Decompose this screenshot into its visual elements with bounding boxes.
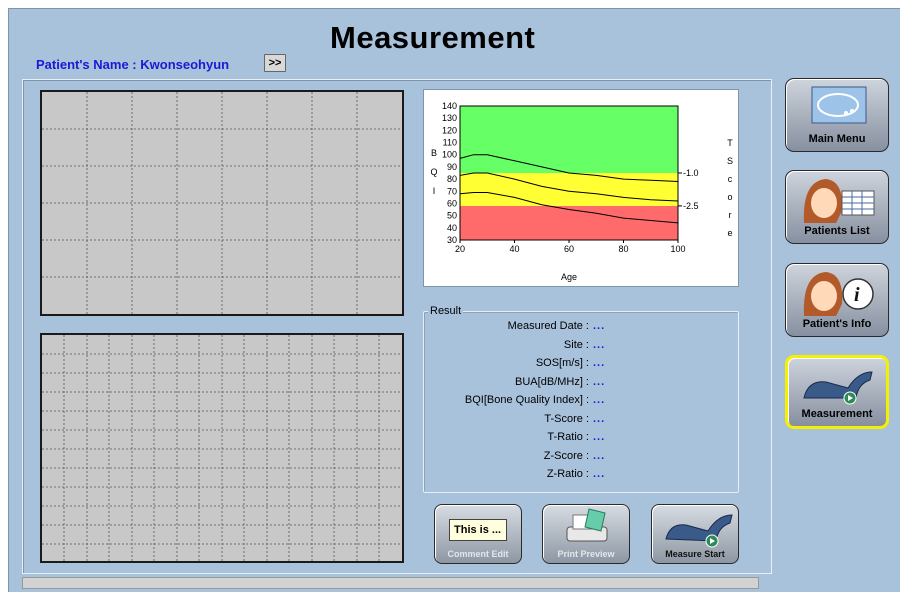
chart-band <box>460 106 678 173</box>
y-axis-label-char: Q <box>430 167 437 177</box>
page-title: Measurement <box>330 20 536 55</box>
comment-edit-label: Comment Edit <box>447 549 509 559</box>
measure-start-label: Measure Start <box>665 549 725 559</box>
comment-preview-field: This is ... <box>449 519 507 541</box>
status-bar <box>22 577 759 589</box>
patients-list-button[interactable]: Patients List <box>785 170 889 244</box>
x-tick-label: 40 <box>509 244 519 254</box>
measurement-icon <box>803 371 873 405</box>
result-row: BUA[dB/MHz] :... <box>423 376 739 392</box>
waveform-grid-top <box>42 92 402 314</box>
result-value: ... <box>593 412 606 425</box>
y-tick-label: 140 <box>442 101 457 111</box>
waveform-graph-top <box>40 90 404 316</box>
main-menu-label: Main Menu <box>808 133 866 145</box>
right-axis-label-char: o <box>727 192 732 202</box>
result-row: SOS[m/s] :... <box>423 357 739 373</box>
y-tick-label: 70 <box>447 186 457 196</box>
bqi-chart: 3040506070809010011012013014020 40 60 80 100… <box>430 101 733 282</box>
bqi-chart-panel: 30 40 50 60 70 80 90 100 110 120 130 140 20 40 60 80 100… <box>423 89 739 287</box>
result-value: ... <box>593 357 606 369</box>
result-row: Site :... <box>423 339 739 355</box>
patients-info-label: Patient's Info <box>802 318 872 330</box>
x-axis-label: Age <box>561 272 577 282</box>
comment-edit-button[interactable]: This is ... Comment Edit <box>434 504 522 564</box>
waveform-grid-bottom <box>42 335 402 561</box>
y-tick-label: 130 <box>442 113 457 123</box>
main-menu-button[interactable]: Main Menu <box>785 78 889 152</box>
result-value: ... <box>593 320 606 332</box>
x-tick-label: 100 <box>670 244 685 254</box>
result-row: T-Score :... <box>423 413 739 429</box>
svg-text:i: i <box>854 284 860 306</box>
result-value: ... <box>593 449 606 462</box>
measure-start-button[interactable]: Measure Start <box>651 504 739 564</box>
y-tick-label: 40 <box>447 223 457 233</box>
result-label: SOS[m/s] : <box>535 357 589 369</box>
threshold-label: -1.0 <box>683 168 699 178</box>
result-row: BQI[Bone Quality Index] :... <box>423 394 739 410</box>
chart-band <box>460 173 678 206</box>
patient-name-value: Kwonseohyun <box>140 57 230 72</box>
result-label: Measured Date : <box>507 320 589 332</box>
y-tick-label: 120 <box>442 125 457 135</box>
result-value: ... <box>593 431 606 443</box>
right-axis-label-char: S <box>727 156 733 166</box>
result-value: ... <box>593 394 606 406</box>
right-axis-label-char: r <box>729 210 732 220</box>
y-tick-label: 50 <box>447 211 457 221</box>
result-label: Z-Ratio : <box>546 468 589 480</box>
right-axis-label-char: e <box>727 228 732 238</box>
ultrasound-device-icon <box>665 514 733 548</box>
result-row: Z-Ratio :... <box>423 468 739 484</box>
x-tick-label: 20 <box>455 244 465 254</box>
y-tick-label: 60 <box>447 198 457 208</box>
result-row: Measured Date :... <box>423 320 739 336</box>
result-label: T-Ratio : <box>547 431 589 443</box>
x-tick-label: 80 <box>618 244 628 254</box>
result-value: ... <box>593 338 606 351</box>
result-row: T-Ratio :... <box>423 431 739 447</box>
result-label: Z-Score : <box>543 449 589 462</box>
y-axis-label-char: B <box>431 148 437 158</box>
result-label: BQI[Bone Quality Index] : <box>464 394 589 406</box>
patients-list-icon <box>803 179 875 223</box>
patients-info-button[interactable]: i Patient's Info <box>785 263 889 337</box>
main-menu-icon <box>811 86 867 124</box>
right-axis-label-char: c <box>728 174 733 184</box>
right-axis-label-char: T <box>727 138 733 148</box>
x-tick-label: 60 <box>564 244 574 254</box>
y-tick-label: 100 <box>442 150 457 160</box>
print-preview-label: Print Preview <box>557 549 615 559</box>
result-row: Z-Score :... <box>423 450 739 466</box>
result-legend: Result <box>428 305 464 317</box>
result-value: ... <box>593 375 606 388</box>
result-value: ... <box>593 468 606 480</box>
threshold-label: -2.5 <box>683 201 699 211</box>
patients-list-label: Patients List <box>804 225 870 237</box>
patient-name-line: Patient's Name : Kwonseohyun <box>36 57 229 72</box>
print-preview-button[interactable]: Print Preview <box>542 504 630 564</box>
result-label: Site : <box>563 338 589 351</box>
waveform-graph-bottom <box>40 333 404 563</box>
patient-name-label: Patient's Name : <box>36 57 141 72</box>
y-tick-label: 110 <box>443 138 457 148</box>
result-label: BUA[dB/MHz] : <box>515 375 589 388</box>
patient-nav-button[interactable]: >> <box>264 54 286 72</box>
y-tick-label: 80 <box>447 174 457 184</box>
patients-info-icon: i <box>803 272 874 316</box>
chart-band <box>460 205 678 240</box>
measurement-label: Measurement <box>801 408 873 420</box>
result-label: T-Score : <box>544 412 589 425</box>
printer-icon <box>566 508 608 542</box>
y-axis-label-char: I <box>433 186 436 196</box>
measurement-button[interactable]: Measurement <box>785 355 889 429</box>
y-tick-label: 90 <box>447 162 457 172</box>
